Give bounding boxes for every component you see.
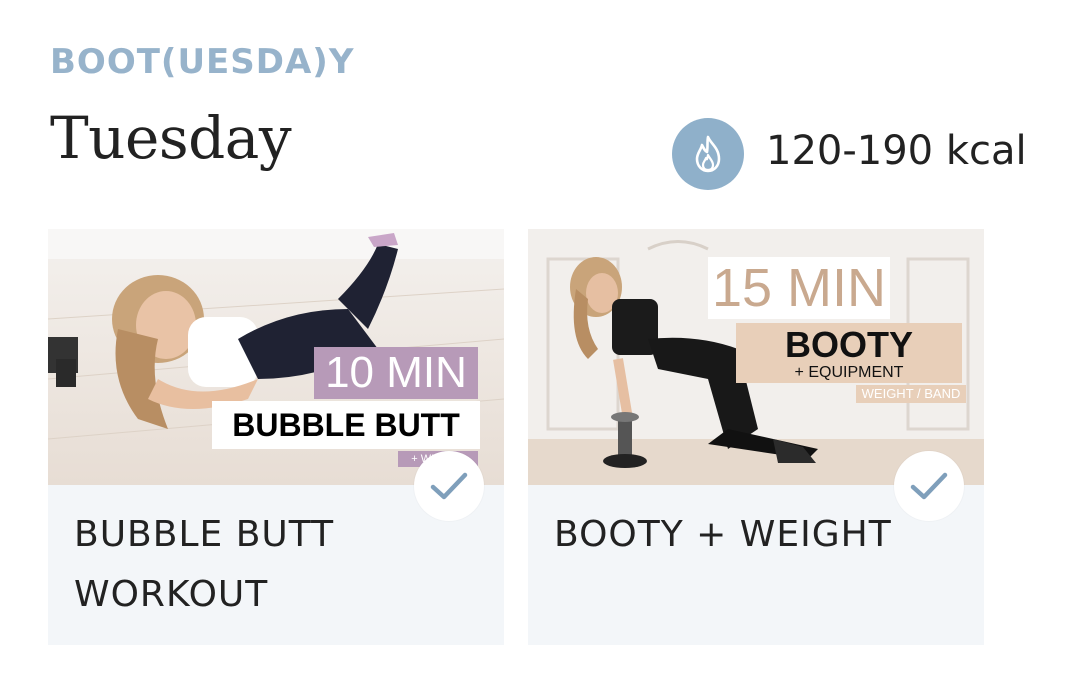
workout-title: BUBBLE BUTT WORKOUT	[74, 514, 335, 615]
calorie-badge	[672, 118, 744, 190]
checkmark-icon	[430, 472, 468, 500]
thumbnail-duration: 10 MIN	[314, 347, 478, 399]
workout-card-booty-weight[interactable]: 15 MIN BOOTY + EQUIPMENT WEIGHT / BAND B…	[528, 229, 984, 645]
checkmark-icon	[910, 472, 948, 500]
thumbnail-duration: 15 MIN	[708, 257, 890, 319]
workout-thumbnail: 15 MIN BOOTY + EQUIPMENT WEIGHT / BAND	[528, 229, 984, 485]
thumbnail-subtitle: BUBBLE BUTT	[212, 401, 480, 449]
thumbnail-subtitle-detail: + EQUIPMENT	[736, 363, 962, 383]
section-label: BOOT(UESDA)Y	[50, 42, 355, 82]
flame-icon	[695, 135, 721, 173]
workout-thumbnail: 10 MIN BUBBLE BUTT + WEIGHT	[48, 229, 504, 485]
calorie-range: 120-190 kcal	[766, 128, 1027, 174]
thumbnail-subtitle: BOOTY	[736, 323, 962, 365]
workout-title: BOOTY + WEIGHT	[554, 514, 892, 555]
day-title: Tuesday	[50, 104, 292, 172]
thumbnail-tag: WEIGHT / BAND	[856, 385, 966, 403]
workout-card-bubble-butt[interactable]: 10 MIN BUBBLE BUTT + WEIGHT BUBBLE BUTT …	[48, 229, 504, 645]
